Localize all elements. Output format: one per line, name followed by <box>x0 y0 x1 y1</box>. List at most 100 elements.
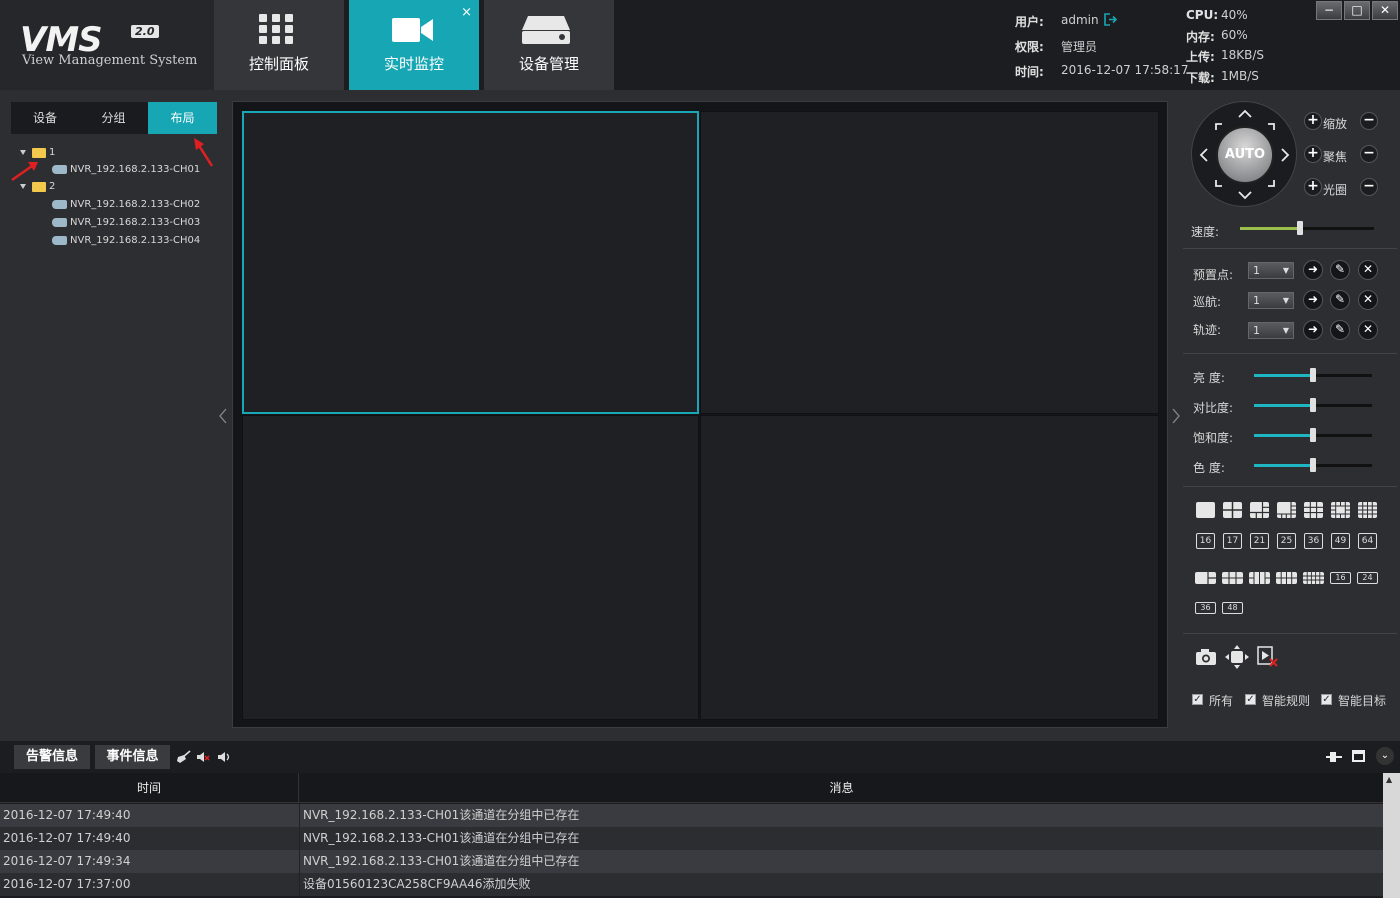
layout-21-split-icon[interactable]: 21 <box>1250 533 1269 549</box>
preset-select[interactable]: 1 ▼ <box>1248 262 1294 279</box>
tab-live-monitor[interactable]: 实时监控 × <box>349 0 479 90</box>
preset-goto-button[interactable]: ➜ <box>1303 260 1323 280</box>
wide-layout-15-icon[interactable] <box>1303 572 1324 584</box>
focus-in-button[interactable]: + <box>1304 145 1322 163</box>
layout-16-icon[interactable] <box>1358 502 1377 518</box>
slider-thumb[interactable] <box>1310 368 1316 382</box>
minimize-button[interactable]: − <box>1316 1 1342 20</box>
saturation-slider[interactable] <box>1254 428 1372 442</box>
column-header-message[interactable]: 消息 <box>300 773 1383 803</box>
brightness-slider[interactable] <box>1254 368 1372 382</box>
video-cell[interactable] <box>242 415 699 720</box>
tab-device-management[interactable]: 设备管理 <box>484 0 614 90</box>
pin-icon[interactable] <box>1325 750 1343 764</box>
zoom-out-button[interactable]: − <box>1360 112 1378 130</box>
layout-13-icon[interactable] <box>1331 502 1350 518</box>
layout-8-icon[interactable] <box>1277 502 1296 518</box>
sound-icon[interactable] <box>217 750 233 764</box>
column-header-time[interactable]: 时间 <box>0 773 299 803</box>
tab-close-icon[interactable]: × <box>461 5 472 20</box>
track-select[interactable]: 1 ▼ <box>1248 322 1294 339</box>
cruise-select[interactable]: 1 ▼ <box>1248 292 1294 309</box>
close-button[interactable]: ✕ <box>1372 1 1398 20</box>
tab-event-info[interactable]: 事件信息 <box>95 745 170 769</box>
tree-group[interactable]: 2 <box>20 178 200 195</box>
layout-6-icon[interactable] <box>1250 502 1269 518</box>
expand-icon[interactable] <box>20 184 26 189</box>
cruise-edit-button[interactable]: ✎ <box>1330 290 1350 310</box>
tab-layout[interactable]: 布局 <box>148 102 217 134</box>
tree-item[interactable]: NVR_192.168.2.133-CH04 <box>20 232 200 249</box>
video-cell[interactable] <box>700 415 1159 720</box>
table-row[interactable]: 2016-12-07 17:49:34 NVR_192.168.2.133-CH… <box>0 850 1383 873</box>
wide-layout-7-icon[interactable] <box>1249 572 1270 584</box>
zoom-in-button[interactable]: + <box>1304 112 1322 130</box>
fullscreen-move-icon[interactable] <box>1225 645 1249 669</box>
table-row[interactable]: 2016-12-07 17:37:00 设备01560123CA258CF9AA… <box>0 873 1383 896</box>
layout-1-icon[interactable] <box>1196 502 1215 518</box>
slider-thumb[interactable] <box>1297 221 1304 235</box>
slider-thumb[interactable] <box>1310 398 1316 412</box>
tree-item[interactable]: NVR_192.168.2.133-CH03 <box>20 214 200 231</box>
tab-groups[interactable]: 分组 <box>79 102 148 134</box>
maximize-button[interactable]: □ <box>1344 1 1370 20</box>
iris-open-button[interactable]: + <box>1304 178 1322 196</box>
layout-25-split-icon[interactable]: 25 <box>1277 533 1296 549</box>
check-all-checkbox[interactable]: ✓ <box>1192 694 1203 705</box>
slider-thumb[interactable] <box>1310 458 1316 472</box>
layout-4-icon[interactable] <box>1223 502 1242 518</box>
scroll-up-icon[interactable]: ▲ <box>1386 775 1392 784</box>
mute-icon[interactable] <box>196 750 210 764</box>
collapse-panel-icon[interactable]: ⌄ <box>1376 747 1394 765</box>
wide-layout-48-icon[interactable]: 48 <box>1222 602 1243 614</box>
tab-control-panel[interactable]: 控制面板 <box>214 0 344 90</box>
focus-out-button[interactable]: − <box>1360 145 1378 163</box>
cruise-delete-button[interactable]: ✕ <box>1358 290 1378 310</box>
layout-17-split-icon[interactable]: 17 <box>1223 533 1242 549</box>
speed-slider[interactable] <box>1240 221 1374 235</box>
iris-close-button[interactable]: − <box>1360 178 1378 196</box>
slider-thumb[interactable] <box>1310 428 1316 442</box>
close-all-video-icon[interactable] <box>1257 646 1279 668</box>
restore-panel-icon[interactable] <box>1352 750 1365 762</box>
tab-alarm-info[interactable]: 告警信息 <box>14 745 90 769</box>
tree-item[interactable]: NVR_192.168.2.133-CH02 <box>20 196 200 213</box>
snapshot-camera-icon[interactable] <box>1195 648 1217 666</box>
ptz-auto-button[interactable]: AUTO <box>1216 126 1274 184</box>
event-table-body: 2016-12-07 17:49:40 NVR_192.168.2.133-CH… <box>0 804 1383 896</box>
wide-layout-16-icon[interactable]: 16 <box>1330 572 1351 584</box>
track-edit-button[interactable]: ✎ <box>1330 320 1350 340</box>
layout-9-icon[interactable] <box>1304 502 1323 518</box>
wide-layout-2-icon[interactable] <box>1195 572 1216 584</box>
tab-devices[interactable]: 设备 <box>11 102 79 134</box>
collapse-left-icon[interactable] <box>218 408 228 424</box>
wide-layout-8-icon[interactable] <box>1276 572 1297 584</box>
smart-targets-checkbox[interactable]: ✓ <box>1321 694 1332 705</box>
track-start-button[interactable]: ➜ <box>1303 320 1323 340</box>
preset-edit-button[interactable]: ✎ <box>1330 260 1350 280</box>
expand-icon[interactable] <box>20 150 26 155</box>
table-row[interactable]: 2016-12-07 17:49:40 NVR_192.168.2.133-CH… <box>0 804 1383 827</box>
layout-64-split-icon[interactable]: 64 <box>1358 533 1377 549</box>
tree-group-label: 2 <box>49 181 56 192</box>
tree-group[interactable]: 1 <box>20 144 200 161</box>
track-delete-button[interactable]: ✕ <box>1358 320 1378 340</box>
layout-16-split-icon[interactable]: 16 <box>1196 533 1215 549</box>
layout-36-split-icon[interactable]: 36 <box>1304 533 1323 549</box>
video-cell[interactable] <box>242 111 699 414</box>
logout-icon[interactable] <box>1104 13 1118 26</box>
hue-slider[interactable] <box>1254 458 1372 472</box>
wide-layout-6-icon[interactable] <box>1222 572 1243 584</box>
table-row[interactable]: 2016-12-07 17:49:40 NVR_192.168.2.133-CH… <box>0 827 1383 850</box>
video-cell[interactable] <box>700 111 1159 414</box>
preset-delete-button[interactable]: ✕ <box>1358 260 1378 280</box>
scrollbar[interactable]: ▲ <box>1383 773 1400 898</box>
clear-broom-icon[interactable] <box>176 750 192 764</box>
layout-49-split-icon[interactable]: 49 <box>1331 533 1350 549</box>
cruise-start-button[interactable]: ➜ <box>1303 290 1323 310</box>
tree-item[interactable]: NVR_192.168.2.133-CH01 <box>20 161 200 178</box>
wide-layout-24-icon[interactable]: 24 <box>1357 572 1378 584</box>
wide-layout-36-icon[interactable]: 36 <box>1195 602 1216 614</box>
smart-rules-checkbox[interactable]: ✓ <box>1245 694 1256 705</box>
contrast-slider[interactable] <box>1254 398 1372 412</box>
